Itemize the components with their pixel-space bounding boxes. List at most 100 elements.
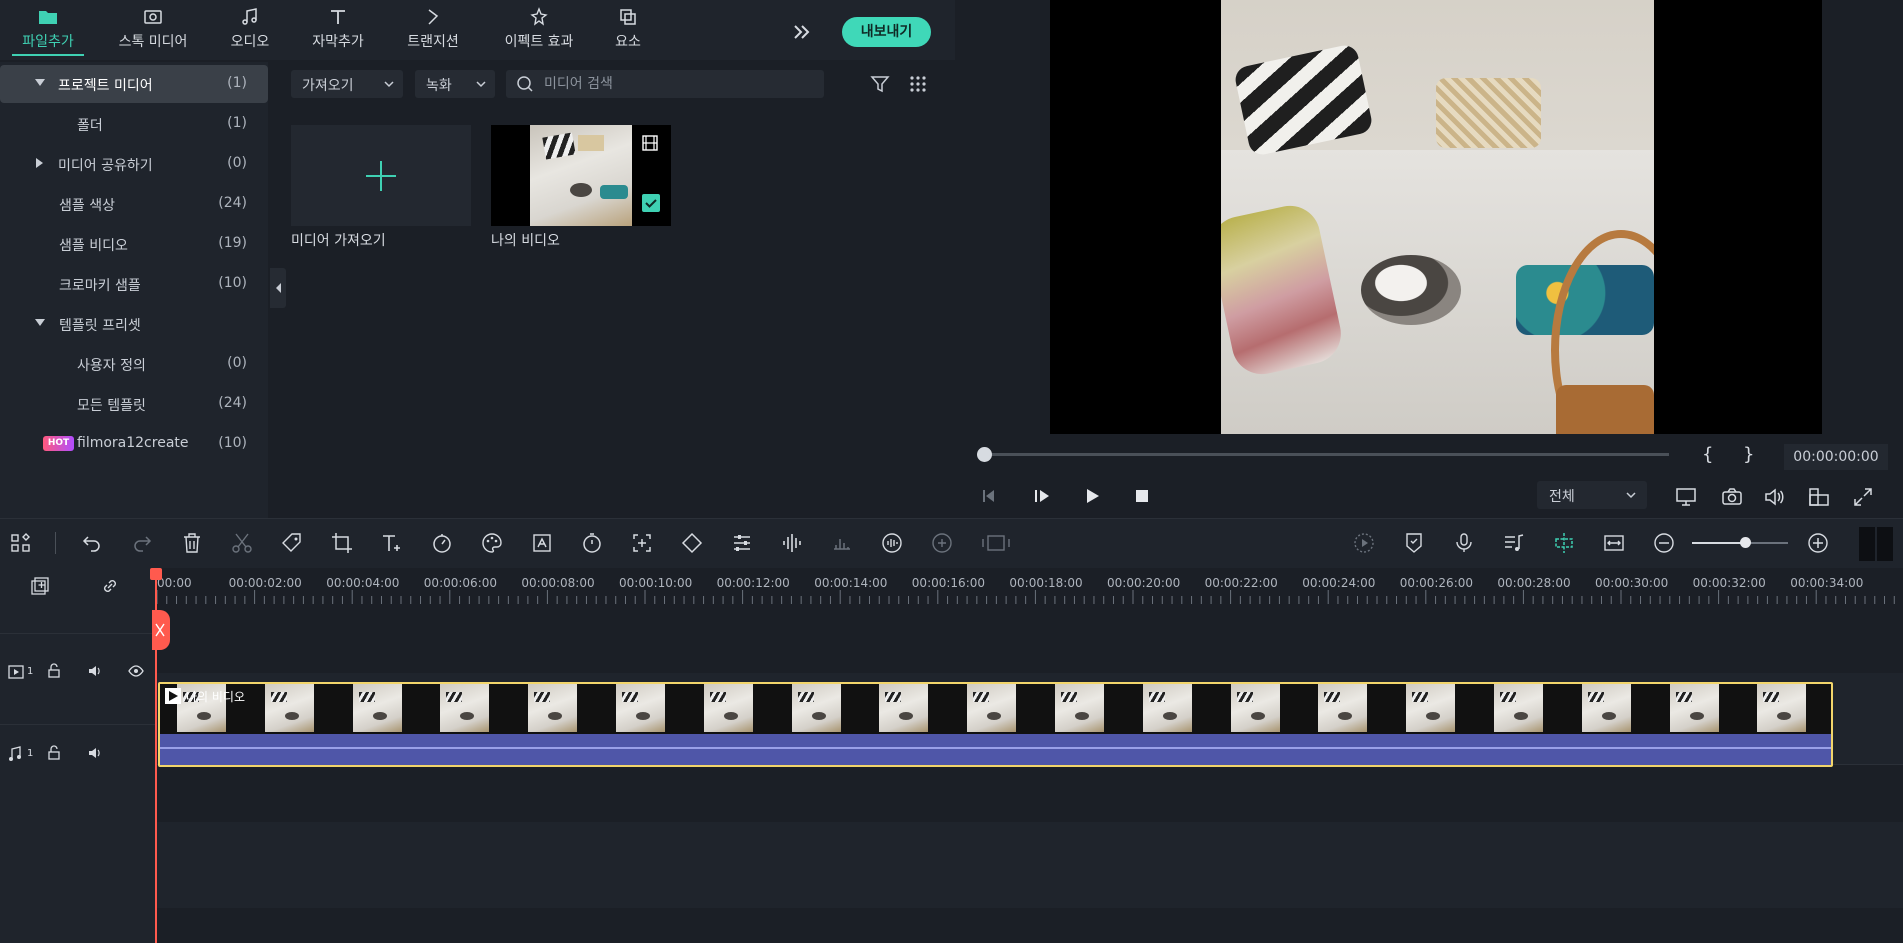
media-search[interactable] (506, 70, 824, 98)
tab-audio[interactable]: 오디오 (222, 6, 278, 56)
display-monitor-icon[interactable] (1675, 486, 1699, 508)
export-button[interactable]: 내보내기 (842, 17, 931, 47)
zoom-slider[interactable] (1692, 537, 1788, 548)
sidebar-item-shared-media[interactable]: 미디어 공유하기 (0) (0, 145, 268, 183)
sidebar-item-folder[interactable]: 폴더 (1) (0, 105, 268, 143)
sidebar-item-sample-videos[interactable]: 샘플 비디오 (19) (0, 225, 268, 263)
panel-collapse-handle[interactable] (270, 268, 286, 308)
voice-effect-icon[interactable] (880, 531, 904, 555)
audio-ducking-icon[interactable] (830, 531, 854, 555)
previous-frame-icon[interactable] (980, 486, 1000, 506)
expand-arrow-icon[interactable] (35, 79, 45, 86)
tab-elements[interactable]: 요소 (608, 6, 648, 56)
audio-track-lane[interactable] (157, 764, 1903, 822)
fullscreen-icon[interactable] (1852, 486, 1874, 508)
microphone-icon[interactable] (1452, 531, 1476, 555)
expand-arrow-icon[interactable] (35, 319, 45, 326)
fit-timeline-icon[interactable] (1602, 531, 1626, 555)
color-palette-icon[interactable] (480, 531, 504, 555)
play-icon[interactable] (1082, 486, 1102, 506)
media-item-my-video[interactable]: 나의 비디오 (491, 125, 671, 250)
record-dropdown[interactable]: 녹화 (415, 70, 495, 98)
timer-icon[interactable] (580, 531, 604, 555)
delete-icon[interactable] (180, 531, 204, 555)
adjust-sliders-icon[interactable] (730, 531, 754, 555)
mark-in-button[interactable]: { (1702, 444, 1713, 465)
aspect-ratio-icon[interactable] (1807, 486, 1831, 508)
redo-icon[interactable] (130, 531, 154, 555)
dropdown-label: 녹화 (426, 78, 452, 94)
track-volume-icon[interactable] (87, 745, 103, 761)
tag-icon[interactable] (280, 531, 304, 555)
layout-toggle-icon[interactable] (1859, 527, 1893, 561)
lock-icon[interactable] (46, 745, 62, 761)
preview-quality-select[interactable]: 전체 (1537, 481, 1647, 509)
music-list-icon[interactable] (1502, 531, 1526, 555)
transition-icon (428, 9, 439, 25)
auto-reframe-icon[interactable] (980, 531, 1012, 555)
track-volume-icon[interactable] (87, 663, 103, 679)
video-viewer[interactable] (1050, 0, 1822, 434)
audio-waveform-icon[interactable] (780, 531, 804, 555)
tab-transitions[interactable]: 트랜지션 (398, 6, 468, 56)
stop-icon[interactable] (1132, 486, 1152, 506)
grid-view-icon[interactable] (908, 74, 928, 94)
sidebar-item-sample-colors[interactable]: 샘플 색상 (24) (0, 185, 268, 223)
text-icon (331, 10, 345, 24)
ai-cutout-icon[interactable] (530, 531, 554, 555)
sidebar-item-user-defined[interactable]: 사용자 정의 (0) (0, 345, 268, 383)
sidebar-item-chroma-samples[interactable]: 크로마키 샘플 (10) (0, 265, 268, 303)
add-text-icon[interactable] (380, 531, 404, 555)
zoom-in-icon[interactable] (1806, 531, 1830, 555)
video-clip[interactable]: 나의 비디오 (158, 682, 1833, 767)
tab-effects[interactable]: 이펙트 효과 (494, 6, 584, 56)
undo-icon[interactable] (80, 531, 104, 555)
speed-icon[interactable] (430, 531, 454, 555)
filter-icon[interactable] (870, 74, 890, 94)
zoom-slider-fill (1692, 542, 1745, 544)
sidebar-item-label: 샘플 비디오 (59, 238, 128, 254)
expand-arrow-icon[interactable] (36, 158, 43, 168)
stabilize-icon[interactable] (630, 531, 654, 555)
crop-icon[interactable] (330, 531, 354, 555)
more-tabs-chevron-icon[interactable] (790, 20, 814, 44)
tab-stock-media[interactable]: 스톡 미디어 (108, 6, 198, 56)
sidebar-item-filmora-create[interactable]: HOT filmora12create (10) (0, 425, 268, 463)
zoom-out-icon[interactable] (1652, 531, 1676, 555)
cut-icon[interactable] (230, 531, 254, 555)
playhead-handle[interactable] (150, 568, 162, 580)
play-frame-icon[interactable] (1032, 486, 1052, 506)
sidebar-item-template-presets[interactable]: 템플릿 프리셋 (0, 305, 268, 343)
scrubber-knob[interactable] (977, 447, 992, 462)
add-track-icon[interactable] (30, 576, 50, 596)
video-thumbnail[interactable] (491, 125, 671, 226)
import-media-card[interactable]: 미디어 가져오기 (291, 125, 471, 250)
tab-titles[interactable]: 자막추가 (300, 6, 376, 56)
mark-out-button[interactable]: } (1743, 444, 1754, 465)
import-dropdown[interactable]: 가져오기 (291, 70, 403, 98)
zoom-slider-knob[interactable] (1739, 537, 1751, 548)
lock-icon[interactable] (46, 663, 62, 679)
toolbar-divider (55, 532, 56, 554)
playhead-scissors-icon[interactable] (152, 610, 170, 650)
search-input[interactable] (544, 74, 814, 94)
sidebar-item-all-templates[interactable]: 모든 템플릿 (24) (0, 385, 268, 423)
preview-scrubber[interactable] (977, 447, 1669, 462)
snap-magnet-icon[interactable] (1552, 531, 1576, 555)
import-placeholder[interactable] (291, 125, 471, 226)
ruler-time-label: 00:00:32:00 (1692, 576, 1766, 590)
clip-frame-thumbnail (967, 684, 1017, 732)
snapshot-camera-icon[interactable] (1720, 486, 1744, 508)
timeline-ruler[interactable]: 00:00 00:00:02:00 00:00:04:00 00:00:06:00 00… (157, 568, 1903, 608)
speech-to-text-icon[interactable] (930, 531, 954, 555)
sidebar-item-project-media[interactable]: 프로젝트 미디어 (1) (0, 65, 268, 103)
volume-icon[interactable] (1762, 486, 1786, 508)
tab-file-import[interactable]: 파일추가 (12, 6, 84, 56)
visibility-eye-icon[interactable] (128, 663, 144, 679)
selected-check-icon[interactable] (642, 194, 660, 212)
render-preview-icon[interactable] (1352, 531, 1376, 555)
link-icon[interactable] (100, 576, 120, 596)
layout-icon[interactable] (9, 531, 33, 555)
keyframe-icon[interactable] (680, 531, 704, 555)
shield-marker-icon[interactable] (1402, 531, 1426, 555)
